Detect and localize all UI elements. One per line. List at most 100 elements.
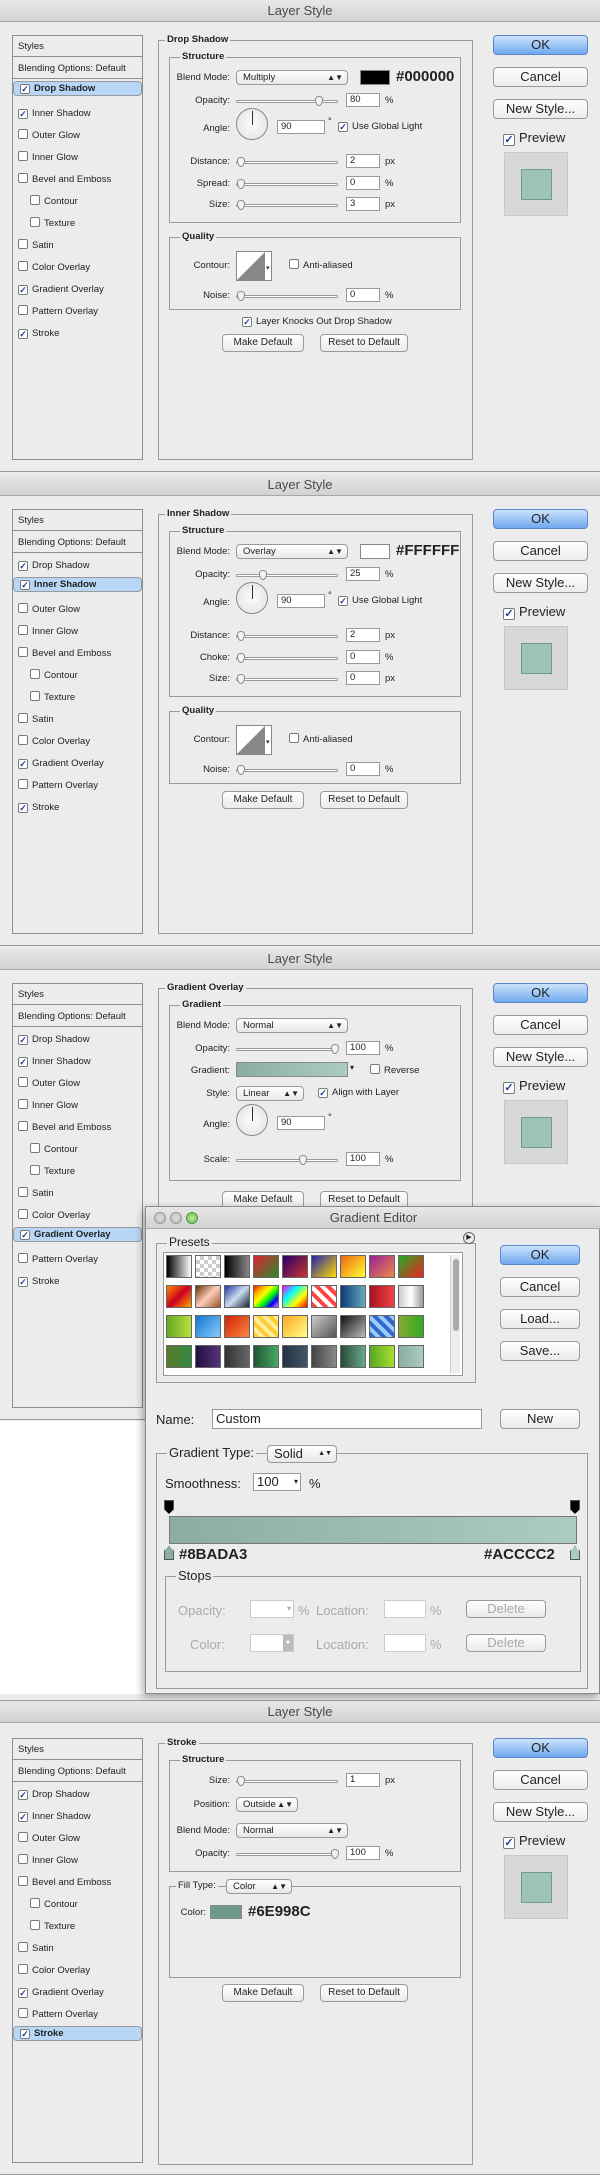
checkbox[interactable] [18,713,28,723]
angle-dial[interactable] [236,1104,268,1136]
checkbox[interactable] [18,779,28,789]
preset-swatch[interactable] [369,1315,395,1338]
sidebar-item-texture[interactable]: Texture [13,1916,142,1937]
preset-swatch[interactable] [340,1255,366,1278]
preset-swatch[interactable] [398,1255,424,1278]
checkbox[interactable] [30,1143,40,1153]
angle-dial[interactable] [236,108,268,140]
scale-slider[interactable] [236,1155,338,1165]
contour-picker[interactable]: ▾ [236,725,272,755]
slider-thumb[interactable] [237,765,245,775]
slider-thumb[interactable] [315,96,323,106]
cancel-button[interactable]: Cancel [493,1015,588,1035]
new-style-button[interactable]: New Style... [493,573,588,593]
sidebar-item-color-overlay[interactable]: Color Overlay [13,1960,142,1981]
reverse-checkbox[interactable]: Reverse [370,1064,419,1076]
sidebar-item-inner-glow[interactable]: Inner Glow [13,147,142,168]
sidebar-item-stroke[interactable]: ✓ Stroke [13,2026,142,2041]
zoom-window-icon[interactable] [186,1212,198,1224]
checkbox[interactable] [18,735,28,745]
sidebar-item-texture[interactable]: Texture [13,687,142,708]
preset-swatch[interactable] [195,1285,221,1308]
checkbox[interactable]: ✓ [18,1812,28,1822]
slider-thumb[interactable] [259,570,267,580]
preset-swatch[interactable] [253,1345,279,1368]
checkbox[interactable] [18,305,28,315]
checkbox[interactable] [30,1898,40,1908]
checkbox[interactable]: ✓ [18,803,28,813]
ge-load-button[interactable]: Load... [500,1309,580,1329]
spread-slider[interactable] [236,179,338,189]
checkbox[interactable] [18,1942,28,1952]
ok-button[interactable]: OK [493,983,588,1003]
sidebar-item-inner-shadow[interactable]: ✓ Inner Shadow [13,1806,142,1827]
angle-field[interactable]: 90 [277,594,325,608]
preset-swatch[interactable] [282,1285,308,1308]
checkbox[interactable]: ✓ [18,1790,28,1800]
scale-field[interactable]: 100 [346,1152,380,1166]
sidebar-item-pattern-overlay[interactable]: Pattern Overlay [13,2004,142,2025]
size-slider[interactable] [236,674,338,684]
preview-checkbox[interactable]: ✓ Preview [503,604,565,620]
preset-swatch[interactable] [253,1285,279,1308]
sidebar-item-drop-shadow[interactable]: ✓ Drop Shadow [13,1784,142,1805]
sidebar-item-color-overlay[interactable]: Color Overlay [13,1205,142,1226]
checkbox[interactable]: ✓ [18,285,28,295]
checkbox[interactable]: ✓ [18,1035,28,1045]
checkbox[interactable] [18,1187,28,1197]
slider-thumb[interactable] [237,674,245,684]
sidebar-item-contour[interactable]: Contour [13,191,142,212]
checkbox[interactable]: ✓ [503,1837,515,1849]
styles-header[interactable]: Styles [13,984,142,1005]
opacity-field[interactable]: 25 [346,567,380,581]
sidebar-item-inner-shadow[interactable]: ✓ Inner Shadow [13,1051,142,1072]
new-style-button[interactable]: New Style... [493,99,588,119]
checkbox[interactable]: ✓ [338,596,348,606]
checkbox[interactable]: ✓ [18,759,28,769]
preset-swatch[interactable] [311,1315,337,1338]
checkbox[interactable] [18,603,28,613]
preset-swatch[interactable] [195,1315,221,1338]
use-global-light[interactable]: ✓ Use Global Light [338,595,422,606]
checkbox[interactable]: ✓ [18,1057,28,1067]
sidebar-item-bevel-emboss[interactable]: Bevel and Emboss [13,1872,142,1893]
checkbox[interactable] [18,2008,28,2018]
sidebar-item-stroke[interactable]: ✓ Stroke [13,1271,142,1292]
position-select[interactable]: Outside ▲▼ [236,1797,298,1812]
choke-field[interactable]: 0 [346,650,380,664]
choke-slider[interactable] [236,653,338,663]
reset-default-button[interactable]: Reset to Default [320,791,408,809]
styles-header[interactable]: Styles [13,36,142,57]
checkbox[interactable] [18,1099,28,1109]
ok-button[interactable]: OK [493,509,588,529]
stop-opacity-field[interactable]: ▾ [250,1600,294,1618]
cancel-button[interactable]: Cancel [493,541,588,561]
opacity-slider[interactable] [236,1044,339,1054]
name-field[interactable]: Custom [212,1409,482,1429]
make-default-button[interactable]: Make Default [222,791,304,809]
sidebar-item-outer-glow[interactable]: Outer Glow [13,1073,142,1094]
sidebar-item-texture[interactable]: Texture [13,213,142,234]
noise-field[interactable]: 0 [346,762,380,776]
angle-dial[interactable] [236,582,268,614]
preset-swatch[interactable] [398,1345,424,1368]
slider-thumb[interactable] [237,179,245,189]
checkbox[interactable] [18,647,28,657]
anti-aliased-checkbox[interactable]: Anti-aliased [289,259,353,271]
opacity-stop-left[interactable] [164,1500,174,1514]
checkbox[interactable] [18,1209,28,1219]
opacity-stop-right[interactable] [570,1500,580,1514]
gradient-type-select[interactable]: Solid ▲▼ [267,1445,337,1463]
sidebar-item-drop-shadow[interactable]: ✓ Drop Shadow [13,1029,142,1050]
preset-swatch[interactable] [282,1315,308,1338]
sidebar-item-pattern-overlay[interactable]: Pattern Overlay [13,301,142,322]
new-style-button[interactable]: New Style... [493,1802,588,1822]
checkbox[interactable] [30,1920,40,1930]
checkbox[interactable] [18,129,28,139]
preset-swatch[interactable] [253,1255,279,1278]
sidebar-item-gradient-overlay[interactable]: ✓ Gradient Overlay [13,753,142,774]
size-field[interactable]: 0 [346,671,380,685]
sidebar-item-stroke[interactable]: ✓ Stroke [13,797,142,818]
checkbox[interactable] [30,691,40,701]
sidebar-item-satin[interactable]: Satin [13,1938,142,1959]
